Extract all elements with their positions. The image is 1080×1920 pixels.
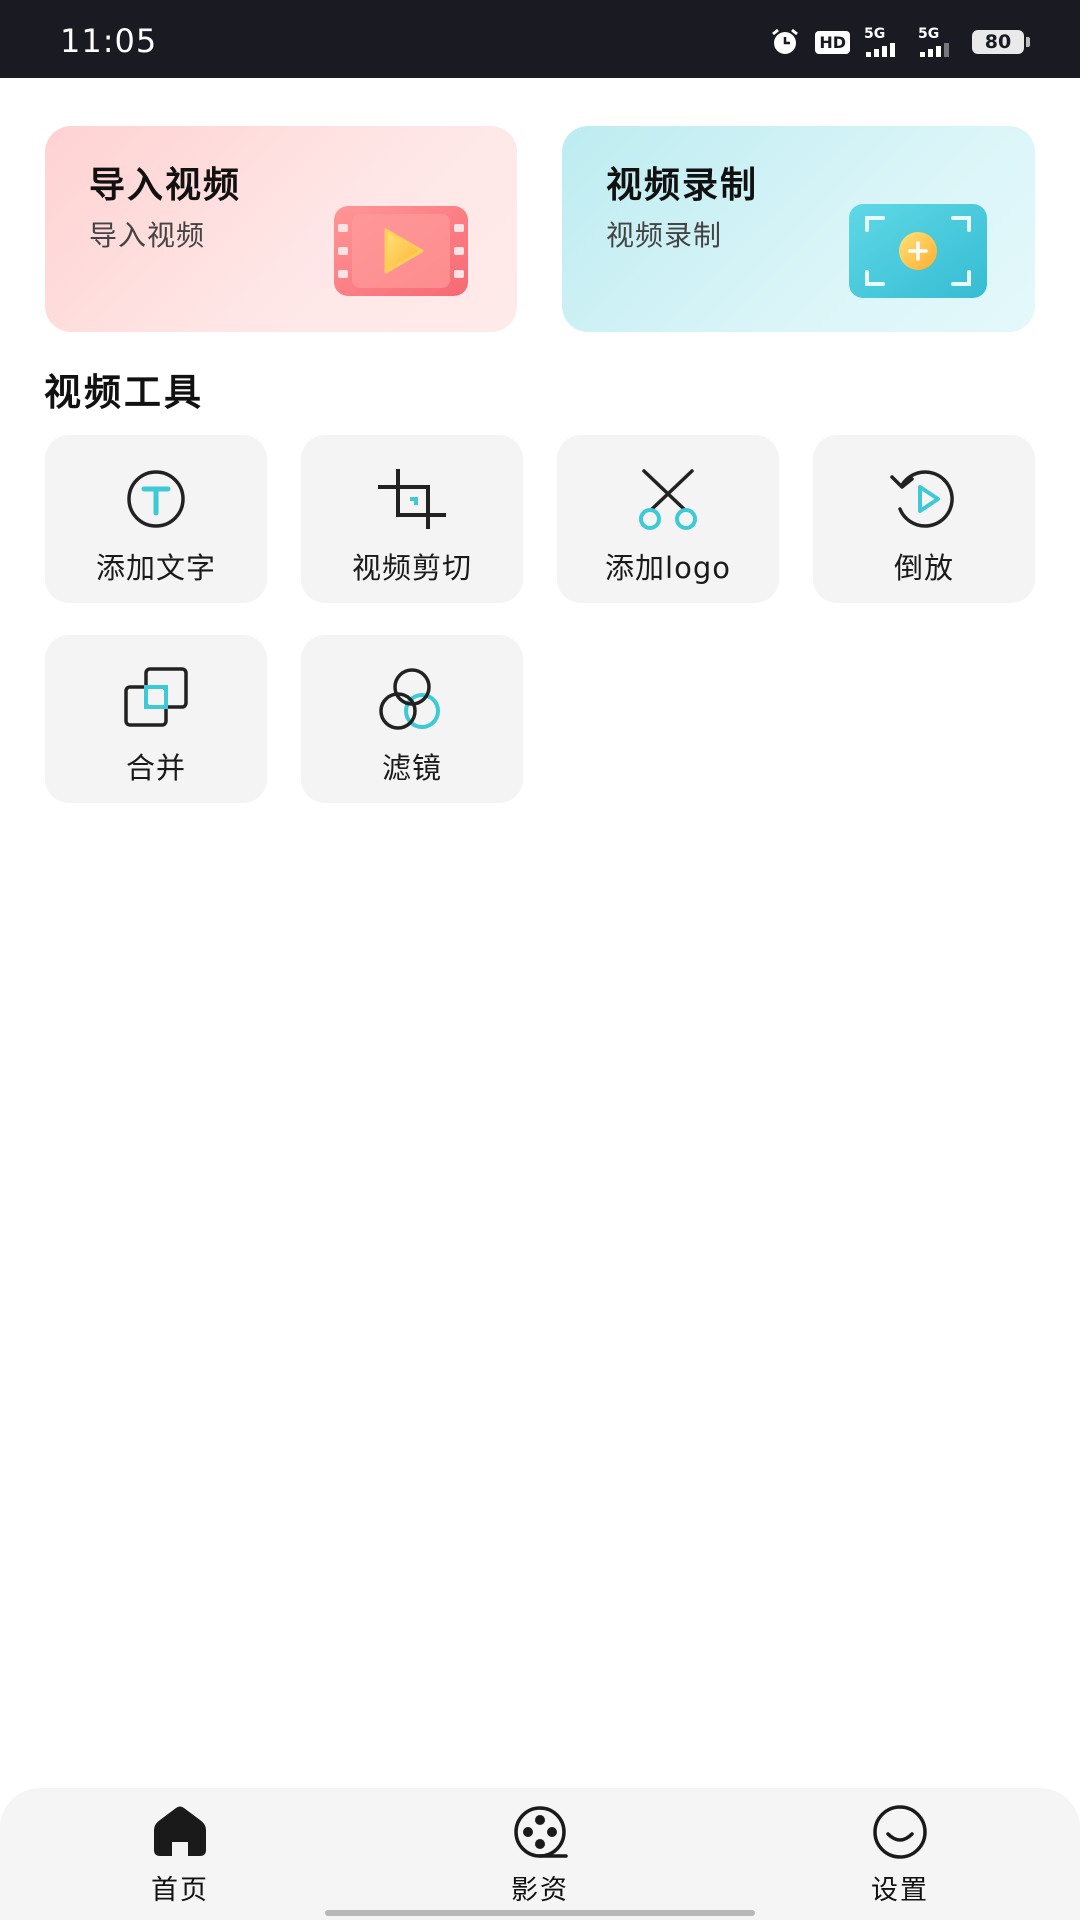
tool-label: 合并 xyxy=(125,751,186,785)
smile-icon xyxy=(873,1805,927,1859)
network-type-2: 5G xyxy=(918,26,940,42)
merge-icon xyxy=(124,667,188,727)
nav-label: 影资 xyxy=(511,1875,569,1906)
hd-label: HD xyxy=(815,30,850,54)
signal-2: 5G xyxy=(918,27,958,57)
tool-add-logo[interactable]: 添加logo xyxy=(557,435,779,603)
tool-label: 倒放 xyxy=(893,551,954,585)
nav-label: 首页 xyxy=(151,1875,209,1906)
tool-label: 添加logo xyxy=(605,551,731,585)
tool-video-cut[interactable]: 视频剪切 xyxy=(301,435,523,603)
import-video-subtitle: 导入视频 xyxy=(89,219,206,252)
video-tools-section-title: 视频工具 xyxy=(44,371,204,414)
filter-icon xyxy=(379,668,440,730)
tool-add-text[interactable]: 添加文字 xyxy=(45,435,267,603)
status-icons: HD 5G 5G 80 xyxy=(769,24,1030,60)
reverse-play-icon xyxy=(890,470,954,528)
record-video-card[interactable]: 视频录制 视频录制 xyxy=(562,126,1035,332)
video-film-icon xyxy=(334,206,468,296)
status-time: 11:05 xyxy=(60,22,158,60)
nav-item-settings[interactable]: 设置 xyxy=(820,1804,980,1906)
film-reel-icon xyxy=(514,1806,568,1858)
hd-icon: HD xyxy=(815,30,850,54)
tool-reverse[interactable]: 倒放 xyxy=(813,435,1035,603)
tool-merge[interactable]: 合并 xyxy=(45,635,267,803)
record-video-subtitle: 视频录制 xyxy=(606,219,723,252)
home-icon xyxy=(154,1806,206,1856)
home-indicator[interactable] xyxy=(325,1910,755,1916)
alarm-icon xyxy=(769,26,801,58)
import-video-card[interactable]: 导入视频 导入视频 xyxy=(45,126,517,332)
status-bar: 11:05 HD 5G 5G 80 xyxy=(0,0,1080,78)
scissors-icon xyxy=(639,469,697,530)
record-video-title: 视频录制 xyxy=(606,165,759,206)
signal-bars-icon xyxy=(920,43,949,57)
nav-item-resources[interactable]: 影资 xyxy=(460,1804,620,1906)
nav-label: 设置 xyxy=(871,1875,929,1906)
signal-bars-icon xyxy=(866,43,895,57)
battery-indicator: 80 xyxy=(972,30,1030,54)
import-video-title: 导入视频 xyxy=(89,165,242,206)
tool-label: 视频剪切 xyxy=(351,551,472,585)
tool-label: 滤镜 xyxy=(381,751,442,785)
crop-icon xyxy=(378,469,446,529)
tool-label: 添加文字 xyxy=(95,551,216,585)
network-type-1: 5G xyxy=(864,26,886,42)
signal-1: 5G xyxy=(864,27,904,57)
record-frame-icon xyxy=(849,204,987,298)
nav-item-home[interactable]: 首页 xyxy=(100,1804,260,1906)
text-icon xyxy=(127,470,185,528)
tool-filter[interactable]: 滤镜 xyxy=(301,635,523,803)
bottom-nav: 首页 影资 设置 xyxy=(0,1788,1080,1920)
